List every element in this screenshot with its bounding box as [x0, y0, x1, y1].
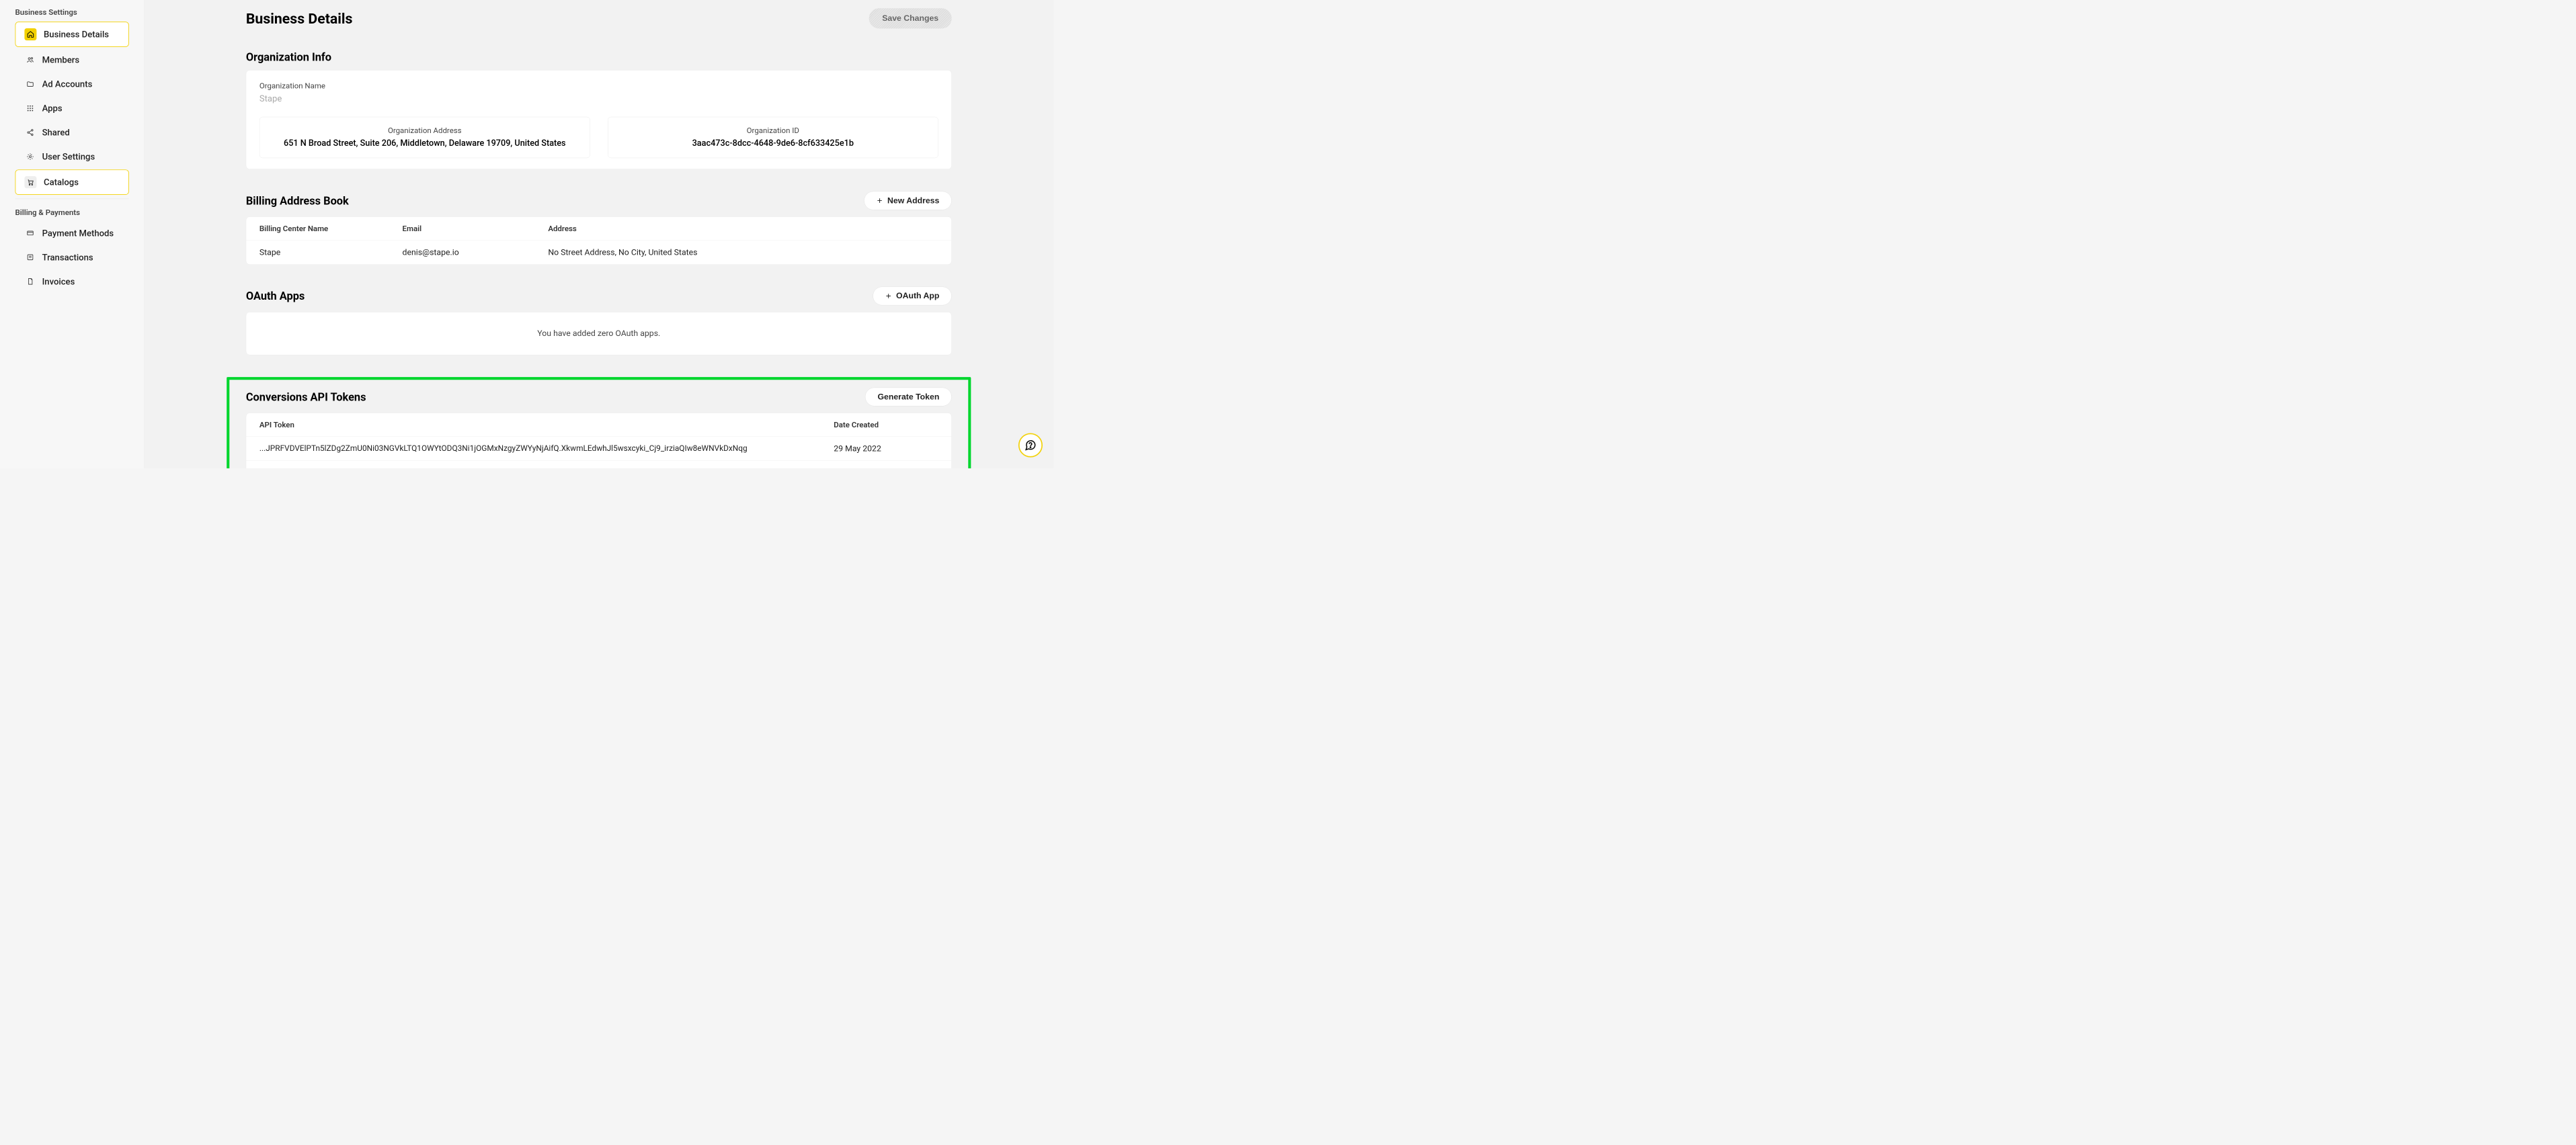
col-address: Address [549, 224, 938, 232]
sidebar-item-catalogs[interactable]: Catalogs [15, 169, 128, 195]
sidebar-item-transactions[interactable]: Transactions [15, 246, 128, 269]
sidebar-item-invoices[interactable]: Invoices [15, 270, 128, 293]
plus-icon [877, 198, 883, 204]
sidebar-item-business-details[interactable]: Business Details [15, 22, 128, 47]
sidebar-label: Members [42, 54, 80, 65]
help-button[interactable] [1018, 433, 1043, 458]
billing-table-row[interactable]: Stape denis@stape.io No Street Address, … [246, 241, 951, 265]
help-icon [1024, 439, 1037, 452]
conversions-highlighted-section: Conversions API Tokens Generate Token AP… [227, 377, 971, 468]
sidebar-section-business: Business Settings [0, 3, 144, 20]
apps-grid-icon [26, 103, 35, 113]
sidebar-label: Apps [42, 103, 63, 114]
sidebar-item-user-settings[interactable]: User Settings [15, 145, 128, 168]
tokens-table: API Token Date Created ...JPRFVDVElPTn5l… [246, 413, 952, 468]
sidebar: Business Settings Business Details Membe… [0, 0, 145, 468]
cart-icon [24, 176, 36, 188]
org-address-label: Organization Address [269, 126, 581, 134]
tokens-title: Conversions API Tokens [246, 390, 366, 403]
share-icon [26, 128, 35, 137]
billing-header: Billing Address Book New Address [246, 192, 952, 210]
org-id-value: 3aac473c-8dcc-4648-9de6-8cf633425e1b [617, 137, 930, 149]
oauth-header: OAuth Apps OAuth App [246, 287, 952, 306]
tokens-table-row[interactable]: ...JPRFVDVElPTn5lZDg2ZmU0Ni03NGVkLTQ1OWY… [246, 437, 951, 461]
oauth-title: OAuth Apps [246, 290, 305, 302]
token-warning: IMPORTANT! Store tokens on secure backen… [246, 461, 951, 468]
new-address-label: New Address [887, 196, 939, 206]
oauth-empty: You have added zero OAuth apps. [246, 312, 952, 355]
billing-table: Billing Center Name Email Address Stape … [246, 216, 952, 265]
sidebar-label: Invoices [42, 276, 75, 287]
org-info-card: Organization Name Stape Organization Add… [246, 70, 952, 169]
members-icon [26, 55, 35, 65]
org-info-header: Organization Info [246, 50, 952, 63]
tokens-table-head: API Token Date Created [246, 413, 951, 437]
sidebar-label: Shared [42, 127, 70, 138]
col-date: Date Created [834, 421, 938, 429]
cell-address: No Street Address, No City, United State… [549, 248, 938, 257]
cell-name: Stape [259, 248, 403, 257]
org-id-label: Organization ID [617, 126, 930, 134]
new-address-button[interactable]: New Address [864, 192, 952, 210]
transactions-icon [26, 253, 35, 262]
col-name: Billing Center Name [259, 224, 403, 232]
org-id-box[interactable]: Organization ID 3aac473c-8dcc-4648-9de6-… [608, 117, 938, 159]
billing-table-head: Billing Center Name Email Address [246, 217, 951, 241]
home-icon [24, 28, 36, 40]
tokens-header: Conversions API Tokens Generate Token [246, 388, 952, 407]
invoice-icon [26, 277, 35, 286]
sidebar-label: Catalogs [44, 177, 79, 187]
sidebar-item-ad-accounts[interactable]: Ad Accounts [15, 73, 128, 95]
cell-email: denis@stape.io [403, 248, 549, 257]
org-address-box[interactable]: Organization Address 651 N Broad Street,… [259, 117, 590, 159]
page-header: Business Details Save Changes [246, 8, 952, 28]
card-icon [26, 228, 35, 238]
org-address-value: 651 N Broad Street, Suite 206, Middletow… [269, 137, 581, 149]
sidebar-item-members[interactable]: Members [15, 48, 128, 71]
new-oauth-label: OAuth App [896, 292, 939, 301]
sidebar-label: Payment Methods [42, 228, 114, 239]
save-button[interactable]: Save Changes [869, 8, 952, 28]
plus-icon [885, 293, 892, 300]
gear-icon [26, 152, 35, 161]
org-name-value: Stape [259, 93, 938, 104]
sidebar-section-billing: Billing & Payments [0, 203, 144, 220]
page-title: Business Details [246, 10, 353, 27]
sidebar-item-payment-methods[interactable]: Payment Methods [15, 222, 128, 245]
sidebar-label: User Settings [42, 151, 95, 162]
billing-title: Billing Address Book [246, 194, 349, 207]
cell-token: ...JPRFVDVElPTn5lZDg2ZmU0Ni03NGVkLTQ1OWY… [259, 444, 834, 454]
sidebar-item-shared[interactable]: Shared [15, 121, 128, 144]
sidebar-item-apps[interactable]: Apps [15, 97, 128, 120]
folder-icon [26, 79, 35, 89]
col-email: Email [403, 224, 549, 232]
main-content: Business Details Save Changes Organizati… [145, 0, 1054, 468]
sidebar-label: Ad Accounts [42, 79, 93, 89]
cell-date: 29 May 2022 [834, 444, 938, 454]
org-info-title: Organization Info [246, 50, 331, 63]
org-name-label: Organization Name [259, 81, 938, 90]
sidebar-label: Transactions [42, 252, 93, 263]
sidebar-label: Business Details [44, 29, 109, 40]
generate-token-button[interactable]: Generate Token [865, 388, 952, 407]
generate-token-label: Generate Token [878, 392, 940, 402]
col-token: API Token [259, 421, 834, 429]
new-oauth-button[interactable]: OAuth App [873, 287, 951, 306]
